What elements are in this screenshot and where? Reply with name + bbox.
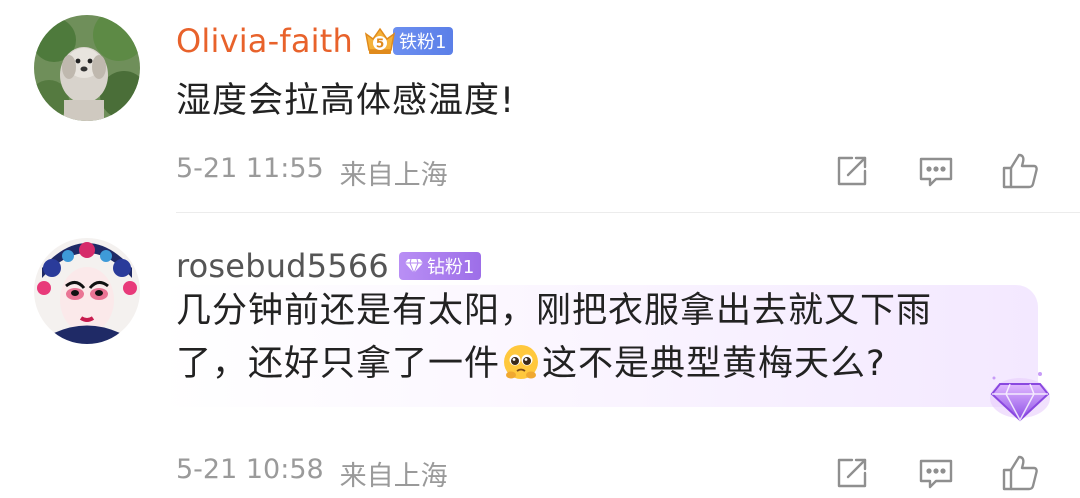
comment-text: 几分钟前还是有太阳，刚把衣服拿出去就又下雨 了，还好只拿了一件 这不是典型黄梅天… xyxy=(176,285,1026,391)
username[interactable]: Olivia-faith xyxy=(176,22,353,60)
comment-text-line2-part1: 了，还好只拿了一件 xyxy=(176,344,501,384)
pleading-face-emoji-icon xyxy=(504,345,539,379)
fan-badge[interactable]: 铁粉1 xyxy=(392,27,454,55)
avatar[interactable] xyxy=(34,15,140,121)
fan-badge-label: 钻粉1 xyxy=(426,257,475,278)
comment-time: 5-21 10:58 xyxy=(176,454,324,485)
share-icon[interactable] xyxy=(832,151,872,191)
comment-time: 5-21 11:55 xyxy=(176,153,324,184)
comment-meta: 5-21 11:55 来自上海 xyxy=(176,153,448,192)
comment-item: Olivia-faith 5 铁粉1 湿度会拉高体感温度! 5-21 11:55… xyxy=(0,0,1080,213)
share-icon[interactable] xyxy=(832,453,872,493)
thumbs-up-icon[interactable] xyxy=(1000,151,1040,191)
avatar[interactable] xyxy=(34,238,140,344)
comment-icon[interactable] xyxy=(916,453,956,493)
comment-source: 来自上海 xyxy=(339,461,448,492)
username[interactable]: rosebud5566 xyxy=(176,247,389,285)
diamond-icon xyxy=(404,258,423,274)
crown-level-icon: 5 xyxy=(363,24,397,58)
comment-source: 来自上海 xyxy=(339,160,448,191)
comment-icon[interactable] xyxy=(916,151,956,191)
svg-text:5: 5 xyxy=(376,37,384,51)
comment-text: 湿度会拉高体感温度! xyxy=(176,81,516,121)
comment-meta: 5-21 10:58 来自上海 xyxy=(176,454,448,493)
diamond-gem-icon xyxy=(990,372,1050,422)
user-name-row: Olivia-faith 5 铁粉1 xyxy=(176,18,454,64)
fan-badge[interactable]: 钻粉1 xyxy=(398,252,482,280)
comment-text-line1: 几分钟前还是有太阳，刚把衣服拿出去就又下雨 xyxy=(176,291,933,331)
fan-badge-label: 铁粉1 xyxy=(398,32,447,53)
comment-item: rosebud5566 钻粉1 几分钟前还是有太阳，刚把衣服拿出去就又下雨 了，… xyxy=(0,213,1080,498)
thumbs-up-icon[interactable] xyxy=(1000,453,1040,493)
comment-text-line2-part2: 这不是典型黄梅天么? xyxy=(542,344,886,384)
user-name-row: rosebud5566 钻粉1 xyxy=(176,243,482,289)
